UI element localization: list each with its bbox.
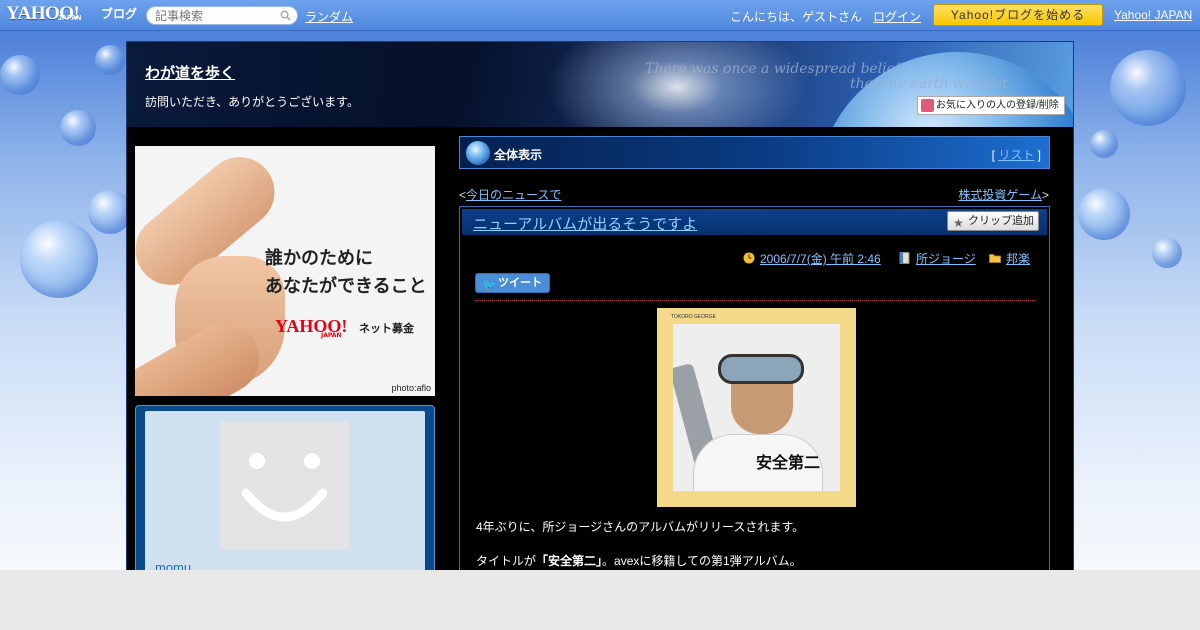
donation-ad-banner[interactable]: 誰かのために あなたができること YAHOO! JAPAN ネット募金 phot… bbox=[135, 146, 435, 396]
yahoo-japan-link[interactable]: Yahoo! JAPAN bbox=[1114, 8, 1192, 22]
prev-arrow: < bbox=[459, 188, 467, 202]
goggles-image bbox=[718, 354, 804, 384]
ad-yahoo-logo-sub: JAPAN bbox=[321, 332, 342, 339]
yahoo-topbar: YAHOO! JAPAN ブログ ランダム こんにちは、ゲストさん ログイン Y… bbox=[0, 0, 1200, 31]
list-view-link[interactable]: リスト bbox=[998, 148, 1034, 162]
bubble-decoration bbox=[20, 220, 98, 298]
post-paragraph-2: タイトルが「安全第二」。avexに移籍しての第1弾アルバム。 bbox=[476, 552, 802, 569]
post-paragraph-2-pre: タイトルが bbox=[476, 554, 537, 568]
bubble-decoration bbox=[0, 55, 40, 95]
blog-title[interactable]: わが道を歩く bbox=[145, 62, 235, 83]
book-icon bbox=[899, 252, 910, 264]
bubble-decoration bbox=[1078, 188, 1130, 240]
bubble-decoration bbox=[1152, 238, 1182, 268]
favorite-button-label: お気に入りの人の登録/削除 bbox=[936, 100, 1059, 111]
yahoo-blog-label[interactable]: ブログ bbox=[101, 5, 137, 22]
post-titlebar: ニューアルバムが出るそうですよ ★ クリップ追加 bbox=[462, 209, 1047, 235]
clock-icon bbox=[743, 252, 755, 264]
random-link[interactable]: ランダム bbox=[305, 8, 353, 25]
post-paragraph-1: 4年ぶりに、所ジョージさんのアルバムがリリースされます。 bbox=[476, 520, 805, 534]
view-all-title: 全体表示 bbox=[494, 148, 543, 162]
post-date-link[interactable]: 2006/7/7(金) 午前 2:46 bbox=[760, 252, 881, 266]
twitter-bird-icon: 🐦 bbox=[482, 278, 497, 292]
post-divider bbox=[475, 300, 1035, 301]
header-quote: There was once a widespread belief that … bbox=[645, 62, 1073, 92]
album-photo: 安全第二 bbox=[673, 324, 840, 491]
list-toggle: [ リスト ] bbox=[992, 146, 1041, 163]
album-artist-text: TOKORO GEORGE bbox=[671, 314, 716, 320]
bubble-decoration bbox=[1110, 50, 1186, 126]
page-viewport: YAHOO! JAPAN ブログ ランダム こんにちは、ゲストさん ログイン Y… bbox=[0, 0, 1200, 570]
post-author: 所ジョージ bbox=[899, 250, 976, 267]
tweet-button-label: ツイート bbox=[498, 277, 542, 289]
search-input[interactable] bbox=[155, 9, 275, 23]
profile-name-link[interactable]: momu bbox=[155, 560, 191, 570]
yahoo-logo-sub: JAPAN bbox=[58, 15, 82, 22]
search-box bbox=[146, 6, 298, 25]
bubble-decoration bbox=[95, 45, 125, 75]
ad-headline-1: 誰かのために bbox=[265, 248, 373, 268]
profile-box: momu bbox=[135, 405, 435, 570]
album-cover-image[interactable]: TOKORO GEORGE 安全第二 bbox=[657, 308, 856, 507]
ad-photo-credit: photo:aflo bbox=[391, 383, 431, 393]
tweet-button[interactable]: 🐦 ツイート bbox=[475, 273, 550, 293]
blog-description: 訪問いただき、ありがとうございます。 bbox=[145, 95, 359, 109]
bubble-decoration bbox=[60, 110, 96, 146]
avatar[interactable] bbox=[220, 421, 349, 550]
search-icon[interactable] bbox=[280, 10, 291, 21]
post-author-link[interactable]: 所ジョージ bbox=[916, 252, 976, 266]
album-title-bold: 「安全第二」 bbox=[536, 554, 603, 568]
folder-icon bbox=[989, 254, 1001, 263]
clip-add-button[interactable]: ★ クリップ追加 bbox=[947, 211, 1039, 231]
ad-headline-2: あなたができること bbox=[265, 276, 427, 296]
next-post-link[interactable]: 株式投資ゲーム bbox=[958, 188, 1042, 202]
greeting-text: こんにちは、ゲストさん bbox=[730, 10, 863, 24]
post-category: 邦楽 bbox=[989, 250, 1030, 267]
post-category-link[interactable]: 邦楽 bbox=[1006, 252, 1030, 266]
heart-icon bbox=[921, 99, 934, 112]
star-icon: ★ bbox=[953, 216, 964, 230]
earth-icon bbox=[466, 141, 490, 165]
post-paragraph-2-post: 。avexに移籍しての第1弾アルバム。 bbox=[602, 554, 802, 568]
start-blog-button[interactable]: Yahoo!ブログを始める bbox=[933, 4, 1103, 26]
login-link[interactable]: ログイン bbox=[873, 8, 921, 25]
prev-post-link[interactable]: 今日のニュースで bbox=[466, 188, 561, 202]
header-quote-line1: There was once a widespread belief bbox=[645, 61, 901, 77]
header-quote-line2: that the earth was flat bbox=[850, 76, 1009, 92]
blog-post: ニューアルバムが出るそうですよ ★ クリップ追加 2006/7/7(金) 午前 … bbox=[459, 206, 1050, 570]
clip-add-label: クリップ追加 bbox=[968, 215, 1034, 227]
view-menubar: 全体表示 [ リスト ] bbox=[459, 136, 1050, 169]
next-arrow: > bbox=[1041, 188, 1049, 202]
post-title-link[interactable]: ニューアルバムが出るそうですよ bbox=[473, 213, 697, 234]
prev-post-nav: <今日のニュースで bbox=[459, 186, 561, 203]
album-title-text: 安全第二 bbox=[755, 455, 820, 472]
favorite-button[interactable]: お気に入りの人の登録/削除 bbox=[917, 96, 1065, 115]
post-date: 2006/7/7(金) 午前 2:46 bbox=[743, 250, 881, 267]
blog-frame: There was once a widespread belief that … bbox=[126, 41, 1074, 570]
profile-inner: momu bbox=[145, 411, 425, 570]
blog-header: There was once a widespread belief that … bbox=[127, 42, 1073, 127]
ad-service-name: ネット募金 bbox=[359, 323, 414, 335]
bubble-decoration bbox=[1090, 130, 1118, 158]
list-bracket-close: ] bbox=[1034, 148, 1041, 162]
next-post-nav: 株式投資ゲーム> bbox=[958, 186, 1049, 203]
